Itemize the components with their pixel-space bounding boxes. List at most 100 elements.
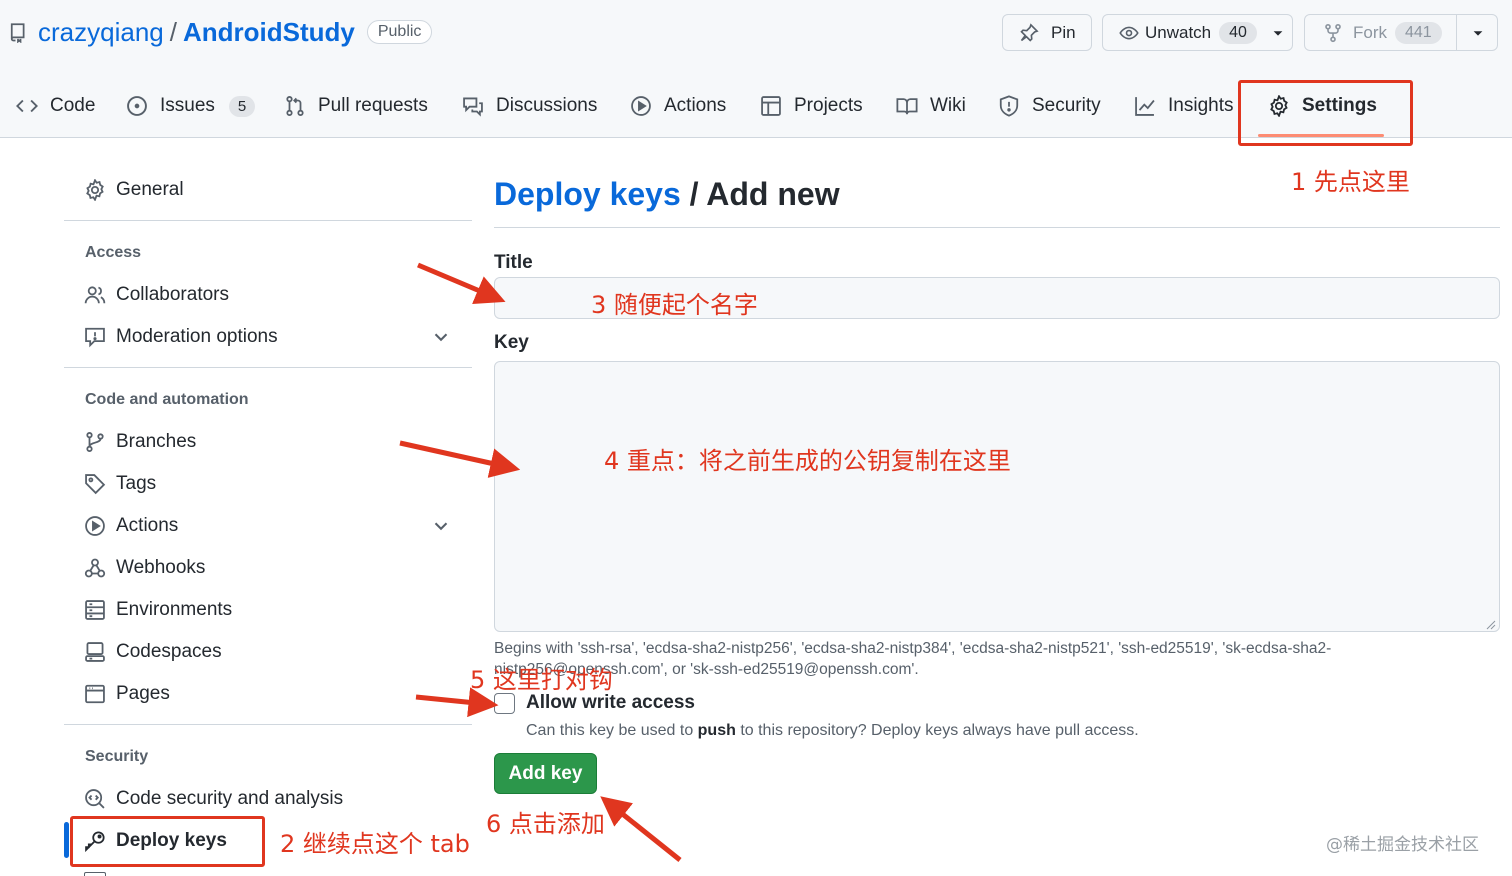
sidebar-divider (64, 220, 472, 221)
sidebar-item-general[interactable]: General (84, 172, 184, 208)
play-icon (631, 96, 651, 116)
sidebar-item-label: Pages (116, 683, 170, 704)
page-title-rest: / Add new (680, 176, 840, 212)
tab-actions[interactable]: Actions (630, 86, 726, 126)
sidebar-item-label: Collaborators (116, 284, 229, 305)
fork-icon (1325, 23, 1341, 42)
repo-name-link[interactable]: AndroidStudy (183, 17, 355, 48)
discussion-icon (463, 97, 483, 117)
sidebar-divider (64, 367, 472, 368)
chevron-down-icon[interactable] (430, 515, 452, 537)
sidebar-item-label: Moderation options (116, 326, 278, 347)
sidebar-item-label: Actions (116, 515, 179, 536)
sidebar-item-branches[interactable]: Branches (84, 424, 196, 460)
tab-wiki[interactable]: Wiki (896, 86, 966, 126)
sidebar-item-moderation[interactable]: Moderation options (84, 319, 278, 355)
deploy-keys-link[interactable]: Deploy keys (494, 176, 681, 212)
annotation-step4: 4 重点：将之前生成的公钥复制在这里 (604, 447, 1011, 475)
tab-insights[interactable]: Insights (1134, 86, 1233, 126)
fork-count: 441 (1395, 21, 1442, 44)
eye-icon (1119, 26, 1139, 39)
allow-write-checkbox[interactable] (494, 693, 515, 714)
title-field-label: Title (494, 252, 533, 273)
tab-discussions[interactable]: Discussions (462, 86, 597, 126)
sidebar-item-tags[interactable]: Tags (84, 466, 156, 502)
fork-caret-down-icon[interactable] (1471, 26, 1485, 40)
chevron-down-icon[interactable] (430, 326, 452, 348)
code-icon (16, 99, 38, 113)
annotation-step1: 1 先点这里 (1291, 168, 1410, 196)
sidebar-item-actions[interactable]: Actions (84, 508, 178, 544)
sidebar-item-codespaces[interactable]: Codespaces (84, 634, 222, 670)
annotation-step6: 6 点击添加 (486, 810, 605, 838)
tab-security[interactable]: Security (998, 86, 1101, 126)
pin-icon (1020, 22, 1039, 42)
allow-write-note: Can this key be used to push to this rep… (526, 722, 1139, 740)
sidebar-item-webhooks[interactable]: Webhooks (84, 550, 205, 586)
page-title: Deploy keys / Add new (494, 176, 840, 213)
repo-icon (10, 23, 25, 43)
tab-wiki-label: Wiki (930, 95, 966, 116)
sidebar-next-item-icon (84, 872, 106, 876)
sidebar-item-environments[interactable]: Environments (84, 592, 232, 628)
graph-icon (1135, 97, 1155, 116)
tab-pull-requests[interactable]: Pull requests (284, 86, 428, 126)
tab-pull-requests-label: Pull requests (318, 95, 428, 116)
sidebar-item-label: Tags (116, 473, 157, 494)
sidebar-item-code-security[interactable]: Code security and analysis (84, 781, 343, 817)
server-icon (85, 600, 105, 620)
allow-write-label[interactable]: Allow write access (526, 692, 695, 714)
sidebar-item-label: Webhooks (116, 557, 206, 578)
people-icon (84, 286, 106, 304)
pin-label: Pin (1051, 22, 1076, 42)
sidebar-heading-code-automation: Code and automation (85, 391, 249, 408)
allow-write-note-pre: Can this key be used to (526, 722, 698, 739)
annotation-box-settings (1238, 80, 1413, 146)
tab-issues[interactable]: Issues 5 (126, 86, 256, 126)
tab-code[interactable]: Code (16, 86, 95, 126)
sidebar-item-collaborators[interactable]: Collaborators (84, 277, 229, 313)
annotation-box-deploy-keys (70, 816, 265, 867)
key-field-label: Key (494, 332, 529, 353)
tab-actions-label: Actions (664, 95, 727, 116)
table-icon (761, 96, 781, 116)
fork-button[interactable]: Fork 441 (1304, 14, 1498, 51)
settings-sidebar: General Access Collaborators Moderation … (64, 140, 472, 876)
key-textarea[interactable] (494, 361, 1500, 632)
codescan-icon (85, 789, 105, 809)
issue-icon (127, 96, 147, 116)
annotation-step5: 5 这里打对钩 (470, 666, 613, 694)
repo-owner-link[interactable]: crazyqiang (38, 17, 164, 48)
pin-button[interactable]: Pin (1002, 14, 1092, 51)
sidebar-item-label: Codespaces (116, 641, 222, 662)
tab-projects-label: Projects (794, 95, 863, 116)
tab-issues-label: Issues (160, 95, 215, 116)
browser-icon (85, 684, 105, 704)
add-key-button[interactable]: Add key (494, 753, 597, 794)
repo-title: crazyqiang / AndroidStudy Public (8, 14, 433, 50)
sidebar-item-label: General (116, 179, 184, 200)
issues-count: 5 (228, 95, 256, 117)
book-icon (896, 98, 918, 115)
sidebar-item-pages[interactable]: Pages (84, 676, 170, 712)
resize-grip-icon[interactable] (1486, 620, 1496, 630)
sidebar-active-indicator (64, 822, 69, 858)
tab-projects[interactable]: Projects (760, 86, 863, 126)
caret-down-icon[interactable] (1271, 26, 1285, 40)
webhook-icon (84, 558, 106, 578)
sidebar-heading-security: Security (85, 748, 149, 765)
tag-icon (85, 474, 106, 495)
report-icon (85, 327, 105, 348)
tab-security-label: Security (1032, 95, 1101, 116)
play-icon (85, 516, 105, 536)
watermark: @稀土掘金技术社区 (1326, 835, 1479, 855)
unwatch-button[interactable]: Unwatch 40 (1102, 14, 1293, 51)
sidebar-divider (64, 724, 472, 725)
tab-insights-label: Insights (1168, 95, 1234, 116)
title-divider (494, 227, 1500, 228)
sidebar-item-label: Environments (116, 599, 233, 620)
fork-label: Fork (1353, 22, 1387, 42)
annotation-step2: 2 继续点这个 tab (280, 830, 470, 858)
sidebar-item-label: Branches (116, 431, 197, 452)
sidebar-heading-access: Access (85, 244, 142, 261)
